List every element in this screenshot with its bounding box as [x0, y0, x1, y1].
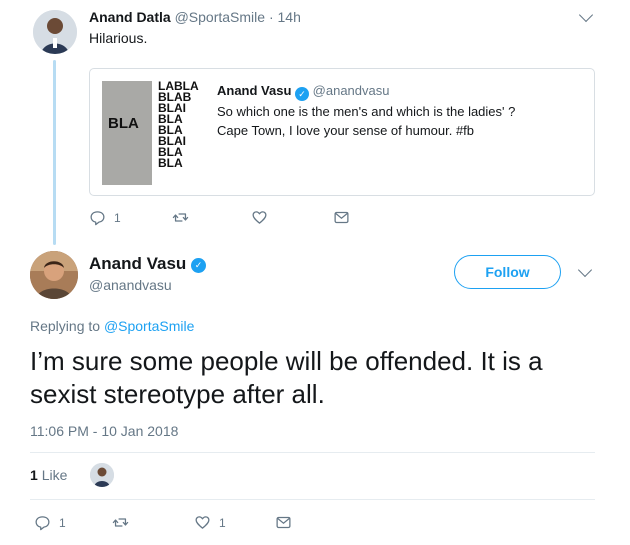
reply-icon — [90, 211, 105, 226]
image-text-bla: BLA — [108, 115, 139, 132]
quoted-tweet-card[interactable]: BLA LABLA BLAB BLAI BLA BLA BLAI BLA BLA… — [89, 68, 595, 196]
main-tweet-text: I’m sure some people will be offended. I… — [30, 346, 543, 409]
verified-icon: ✓ — [295, 87, 310, 101]
avatar-anand-datla[interactable] — [33, 10, 77, 54]
heart-icon — [252, 211, 267, 224]
main-author-name[interactable]: Anand Vasu ✓ — [89, 254, 207, 274]
quoted-tweet-header: Anand Vasu ✓ @anandvasu — [217, 83, 389, 101]
reply-count: 1 — [59, 515, 66, 530]
parent-author-handle[interactable]: @SportaSmile — [175, 9, 265, 25]
likes-summary[interactable]: 1 Like — [30, 467, 67, 483]
replying-to-link[interactable]: @SportaSmile — [104, 318, 194, 334]
replying-to: Replying to @SportaSmile — [30, 318, 195, 334]
retweet-icon — [172, 213, 189, 222]
like-count: 1 — [219, 515, 226, 530]
parent-author-name[interactable]: Anand Datla — [89, 9, 171, 25]
parent-like-button[interactable] — [251, 209, 268, 226]
liker-avatar[interactable] — [90, 463, 114, 487]
heart-icon — [195, 516, 210, 529]
parent-tweet-text: Hilarious. — [89, 30, 148, 46]
quoted-author-handle[interactable]: @anandvasu — [313, 83, 390, 98]
reply-icon — [35, 516, 50, 531]
parent-retweet-button[interactable] — [172, 209, 189, 226]
chevron-down-icon[interactable] — [578, 7, 594, 23]
likes-count: 1 — [30, 467, 38, 483]
parent-tweet-time[interactable]: 14h — [278, 9, 301, 25]
divider — [30, 452, 595, 453]
quoted-author-name[interactable]: Anand Vasu — [217, 83, 291, 98]
quoted-tweet-image[interactable]: BLA LABLA BLAB BLAI BLA BLA BLAI BLA BLA — [102, 81, 206, 185]
quoted-tweet-text: So which one is the men's and which is t… — [217, 104, 516, 138]
mail-icon — [334, 211, 349, 224]
main-author-handle[interactable]: @anandvasu — [89, 277, 172, 293]
parent-dm-button[interactable] — [333, 209, 350, 226]
chevron-down-icon[interactable] — [577, 262, 593, 278]
avatar-anand-vasu[interactable] — [30, 251, 78, 299]
parent-reply-count: 1 — [114, 210, 121, 225]
tweet-timestamp[interactable]: 11:06 PM - 10 Jan 2018 — [30, 423, 178, 439]
mail-icon — [276, 516, 291, 529]
parent-reply-button[interactable]: 1 — [89, 209, 121, 226]
image-left-panel: BLA — [102, 81, 152, 185]
dm-button[interactable] — [275, 514, 292, 531]
divider — [30, 499, 595, 500]
header-separator: · — [268, 9, 274, 25]
thread-connector-line — [53, 60, 56, 245]
like-button[interactable]: 1 — [194, 514, 226, 531]
reply-button[interactable]: 1 — [34, 514, 66, 531]
likes-label: Like — [41, 467, 68, 483]
image-text-stack: LABLA BLAB BLAI BLA BLA BLAI BLA BLA — [158, 81, 199, 169]
parent-tweet-header: Anand Datla @SportaSmile · 14h — [89, 9, 301, 25]
retweet-button[interactable] — [112, 514, 129, 531]
verified-icon: ✓ — [191, 258, 207, 273]
follow-button[interactable]: Follow — [454, 255, 561, 289]
retweet-icon — [112, 518, 129, 527]
